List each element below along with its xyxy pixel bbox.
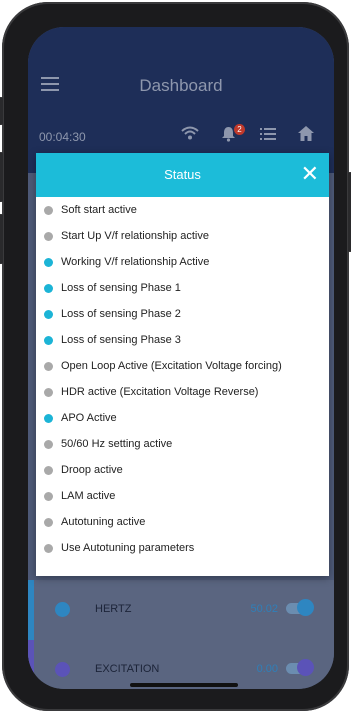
row-label: EXCITATION	[95, 663, 160, 675]
status-item: Open Loop Active (Excitation Voltage for…	[36, 353, 329, 379]
status-inactive-dot	[44, 232, 53, 241]
volume-up-button	[0, 152, 3, 202]
page-title: Dashboard	[139, 76, 223, 95]
timer: 00:04:30	[39, 130, 86, 144]
status-inactive-dot	[44, 206, 53, 215]
status-item-label: Droop active	[61, 464, 123, 476]
row-value: 0.00	[256, 663, 278, 675]
status-item: Loss of sensing Phase 1	[36, 275, 329, 301]
status-active-dot	[44, 414, 53, 423]
status-item-label: 50/60 Hz setting active	[61, 438, 173, 450]
status-active-dot	[44, 336, 53, 345]
status-item: Working V/f relationship Active	[36, 249, 329, 275]
home-indicator[interactable]	[130, 683, 238, 687]
status-item: Loss of sensing Phase 3	[36, 327, 329, 353]
wifi-icon	[181, 126, 199, 140]
volume-down-button	[0, 214, 3, 264]
home-icon[interactable]	[298, 126, 314, 141]
status-inactive-dot	[44, 440, 53, 449]
status-inactive-dot	[44, 388, 53, 397]
status-inactive-dot	[44, 466, 53, 475]
status-inactive-dot	[44, 362, 53, 371]
status-active-dot	[44, 310, 53, 319]
notification-badge: 2	[234, 124, 245, 135]
status-item: APO Active	[36, 405, 329, 431]
status-item: 50/60 Hz setting active	[36, 431, 329, 457]
status-item-label: Loss of sensing Phase 2	[61, 308, 181, 320]
row-accent	[28, 640, 34, 689]
status-item: Use Autotuning parameters	[36, 535, 329, 561]
row-value: 50.02	[250, 603, 278, 615]
status-item-label: Loss of sensing Phase 3	[61, 334, 181, 346]
status-item-label: Loss of sensing Phase 1	[61, 282, 181, 294]
modal-header: Status ✕	[36, 153, 329, 197]
status-item-label: HDR active (Excitation Voltage Reverse)	[61, 386, 259, 398]
row-dot	[55, 662, 70, 677]
status-item: Loss of sensing Phase 2	[36, 301, 329, 327]
measurement-row: EXCITATION 0.00	[28, 640, 334, 689]
status-item-label: Working V/f relationship Active	[61, 256, 210, 268]
row-label: HERTZ	[95, 603, 132, 615]
status-item-label: LAM active	[61, 490, 116, 502]
status-item: Soft start active	[36, 197, 329, 223]
modal-title: Status	[164, 167, 201, 182]
status-item: Droop active	[36, 457, 329, 483]
list-icon[interactable]	[260, 128, 276, 140]
mute-switch	[0, 97, 3, 125]
measurement-row: HERTZ 50.02	[28, 580, 334, 640]
status-item-label: Autotuning active	[61, 516, 146, 528]
status-inactive-dot	[44, 544, 53, 553]
status-item-label: Soft start active	[61, 204, 137, 216]
status-item: HDR active (Excitation Voltage Reverse)	[36, 379, 329, 405]
status-active-dot	[44, 258, 53, 267]
status-list: Soft start active Start Up V/f relationsh…	[36, 197, 329, 561]
status-item: Autotuning active	[36, 509, 329, 535]
status-modal: Status ✕ Soft start active Start Up V/f r…	[36, 153, 329, 576]
status-inactive-dot	[44, 518, 53, 527]
status-item-label: Open Loop Active (Excitation Voltage for…	[61, 360, 282, 372]
status-item-label: APO Active	[61, 412, 117, 424]
status-active-dot	[44, 284, 53, 293]
screen: Dashboard 00:04:30 2 HERTZ 50.02 EXCITATIO…	[28, 27, 334, 689]
toggle-knob[interactable]	[297, 659, 314, 676]
toggle-knob[interactable]	[297, 599, 314, 616]
status-item: LAM active	[36, 483, 329, 509]
app-bar: Dashboard 00:04:30 2	[28, 27, 334, 173]
close-icon[interactable]: ✕	[301, 162, 319, 186]
status-item-label: Start Up V/f relationship active	[61, 230, 209, 242]
status-inactive-dot	[44, 492, 53, 501]
row-accent	[28, 580, 34, 640]
status-item-label: Use Autotuning parameters	[61, 542, 195, 554]
status-item: Start Up V/f relationship active	[36, 223, 329, 249]
row-dot	[55, 602, 70, 617]
